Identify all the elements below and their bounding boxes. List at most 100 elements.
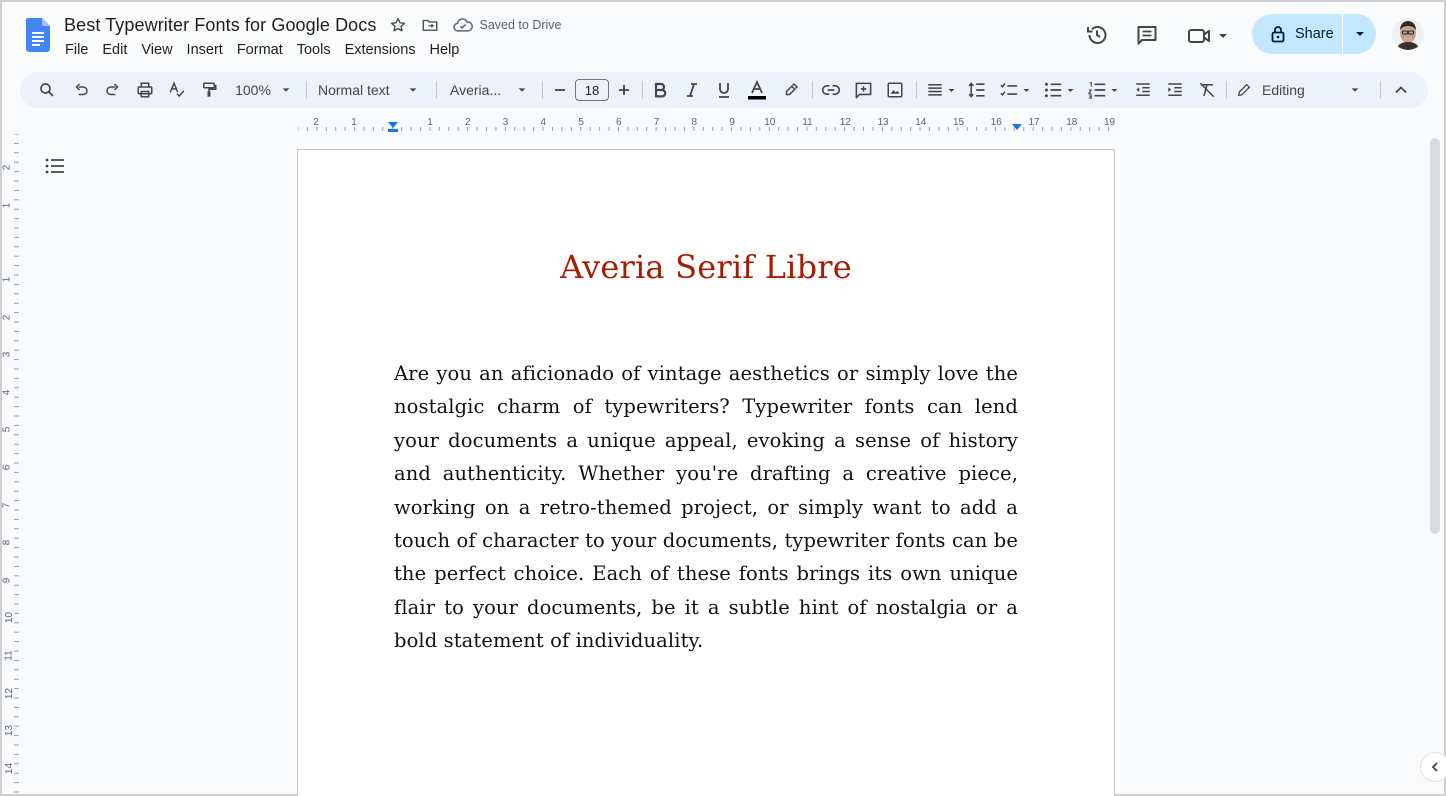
editing-mode-select[interactable]: Editing <box>1232 72 1362 108</box>
increase-indent-button[interactable] <box>1160 72 1190 108</box>
numbered-list-button[interactable] <box>1084 72 1122 108</box>
ruler-label: 19 <box>1103 117 1116 128</box>
add-comment-button[interactable] <box>848 72 878 108</box>
ruler-label: 13 <box>4 725 16 737</box>
ruler-label: 8 <box>691 117 698 128</box>
docs-logo-icon[interactable] <box>26 18 50 52</box>
ruler-label: 11 <box>802 117 813 128</box>
hide-menus-button[interactable] <box>1386 72 1416 108</box>
ruler-label: 5 <box>1 427 13 433</box>
paint-format-button[interactable] <box>194 72 224 108</box>
left-indent-marker[interactable] <box>387 121 399 133</box>
share-main-button[interactable]: Share <box>1252 14 1343 54</box>
ruler-label: 12 <box>839 117 851 128</box>
highlight-icon <box>785 82 799 96</box>
italic-icon <box>687 83 697 97</box>
spellcheck-button[interactable] <box>162 72 192 108</box>
menu-tools[interactable]: Tools <box>290 40 338 60</box>
horizontal-ruler[interactable]: 2 1 1 2 3 4 5 6 7 8 9 10 11 12 13 14 15 16 17 18 19 <box>298 114 1116 134</box>
chevron-down-icon <box>518 88 526 92</box>
ruler-label: 9 <box>1 577 13 584</box>
ruler-label: 2 <box>464 117 471 128</box>
print-button[interactable] <box>130 72 160 108</box>
undo-button[interactable] <box>66 72 96 108</box>
underline-button[interactable] <box>710 72 738 108</box>
align-select[interactable] <box>922 72 960 108</box>
search-icon <box>40 83 54 97</box>
meet-icon <box>1188 29 1210 43</box>
pencil-icon <box>1238 84 1250 96</box>
link-icon <box>821 85 841 95</box>
menu-edit[interactable]: Edit <box>95 40 134 60</box>
share-button[interactable]: Share <box>1252 14 1376 54</box>
cloud-saved-icon <box>452 18 473 32</box>
ruler-label: 5 <box>578 117 584 128</box>
chevron-down-icon <box>1219 34 1227 38</box>
bulleted-list-button[interactable] <box>1040 72 1078 108</box>
checklist-button[interactable] <box>996 72 1034 108</box>
paint-format-icon <box>203 82 217 97</box>
toolbar-divider <box>1226 81 1227 99</box>
menu-file[interactable]: File <box>58 40 95 60</box>
formatting-toolbar: 100% Normal text Averia... 18 Editing <box>20 72 1428 108</box>
document-body-paragraph[interactable]: Are you an aficionado of vintage aesthet… <box>394 357 1018 658</box>
ruler-label: 13 <box>877 117 889 128</box>
share-label: Share <box>1295 26 1334 42</box>
avatar[interactable] <box>1392 18 1424 50</box>
ruler-label: 14 <box>4 762 16 774</box>
clear-format-icon <box>1199 82 1215 98</box>
ruler-label: 18 <box>1066 117 1078 128</box>
meet-button[interactable] <box>1182 16 1234 56</box>
insert-image-button[interactable] <box>880 72 910 108</box>
font-select[interactable]: Averia... <box>450 72 532 108</box>
star-icon[interactable] <box>387 14 409 36</box>
search-menus-button[interactable] <box>32 72 62 108</box>
redo-button[interactable] <box>98 72 128 108</box>
document-title[interactable]: Best Typewriter Fonts for Google Docs <box>64 15 377 36</box>
document-page[interactable]: Averia Serif Libre Are you an aficionado… <box>297 149 1115 796</box>
menu-insert[interactable]: Insert <box>180 40 230 60</box>
share-options-button[interactable] <box>1343 14 1376 54</box>
menu-view[interactable]: View <box>134 40 179 60</box>
ruler-label: 3 <box>502 117 509 128</box>
insert-link-button[interactable] <box>816 72 846 108</box>
decrease-font-size-button[interactable] <box>548 72 572 108</box>
ruler-label: 11 <box>3 650 15 661</box>
font-size-input[interactable]: 18 <box>575 79 609 101</box>
line-spacing-button[interactable] <box>962 72 992 108</box>
vertical-ruler[interactable]: 2 1 1 2 3 4 5 6 7 8 9 10 11 12 13 14 <box>1 134 20 796</box>
menu-help[interactable]: Help <box>423 40 467 60</box>
decrease-indent-button[interactable] <box>1128 72 1158 108</box>
document-heading[interactable]: Averia Serif Libre <box>298 248 1114 286</box>
comments-button[interactable] <box>1127 15 1167 55</box>
numbered-list-icon <box>1087 82 1106 99</box>
version-history-button[interactable] <box>1077 15 1117 55</box>
save-status[interactable]: Saved to Drive <box>452 17 561 33</box>
italic-button[interactable] <box>678 72 706 108</box>
chevron-down-icon <box>409 88 416 92</box>
zoom-select[interactable]: 100% <box>228 72 298 108</box>
right-indent-marker[interactable] <box>1011 123 1023 133</box>
vertical-scrollbar[interactable] <box>1430 138 1440 534</box>
menu-extensions[interactable]: Extensions <box>338 40 423 60</box>
chevron-down-icon <box>282 88 290 92</box>
highlight-color-button[interactable] <box>776 72 806 108</box>
side-panel-toggle[interactable] <box>1420 752 1446 782</box>
text-color-button[interactable] <box>742 72 772 108</box>
bold-icon <box>654 82 667 98</box>
indent-decrease-icon <box>1136 83 1150 96</box>
indent-increase-icon <box>1168 83 1182 96</box>
ruler-label: 6 <box>1 464 13 471</box>
bold-button[interactable] <box>646 72 674 108</box>
paragraph-style-select[interactable]: Normal text <box>318 72 426 108</box>
document-outline-button[interactable] <box>44 156 68 178</box>
chevron-down-icon <box>1351 88 1359 92</box>
ruler-label: 9 <box>729 117 735 128</box>
clear-formatting-button[interactable] <box>1192 72 1222 108</box>
increase-font-size-button[interactable] <box>612 72 636 108</box>
align-icon <box>928 84 942 96</box>
move-folder-icon[interactable] <box>419 14 441 36</box>
menu-format[interactable]: Format <box>230 40 290 60</box>
ruler-label: 7 <box>1 502 13 508</box>
chevron-down-icon <box>1067 88 1074 92</box>
